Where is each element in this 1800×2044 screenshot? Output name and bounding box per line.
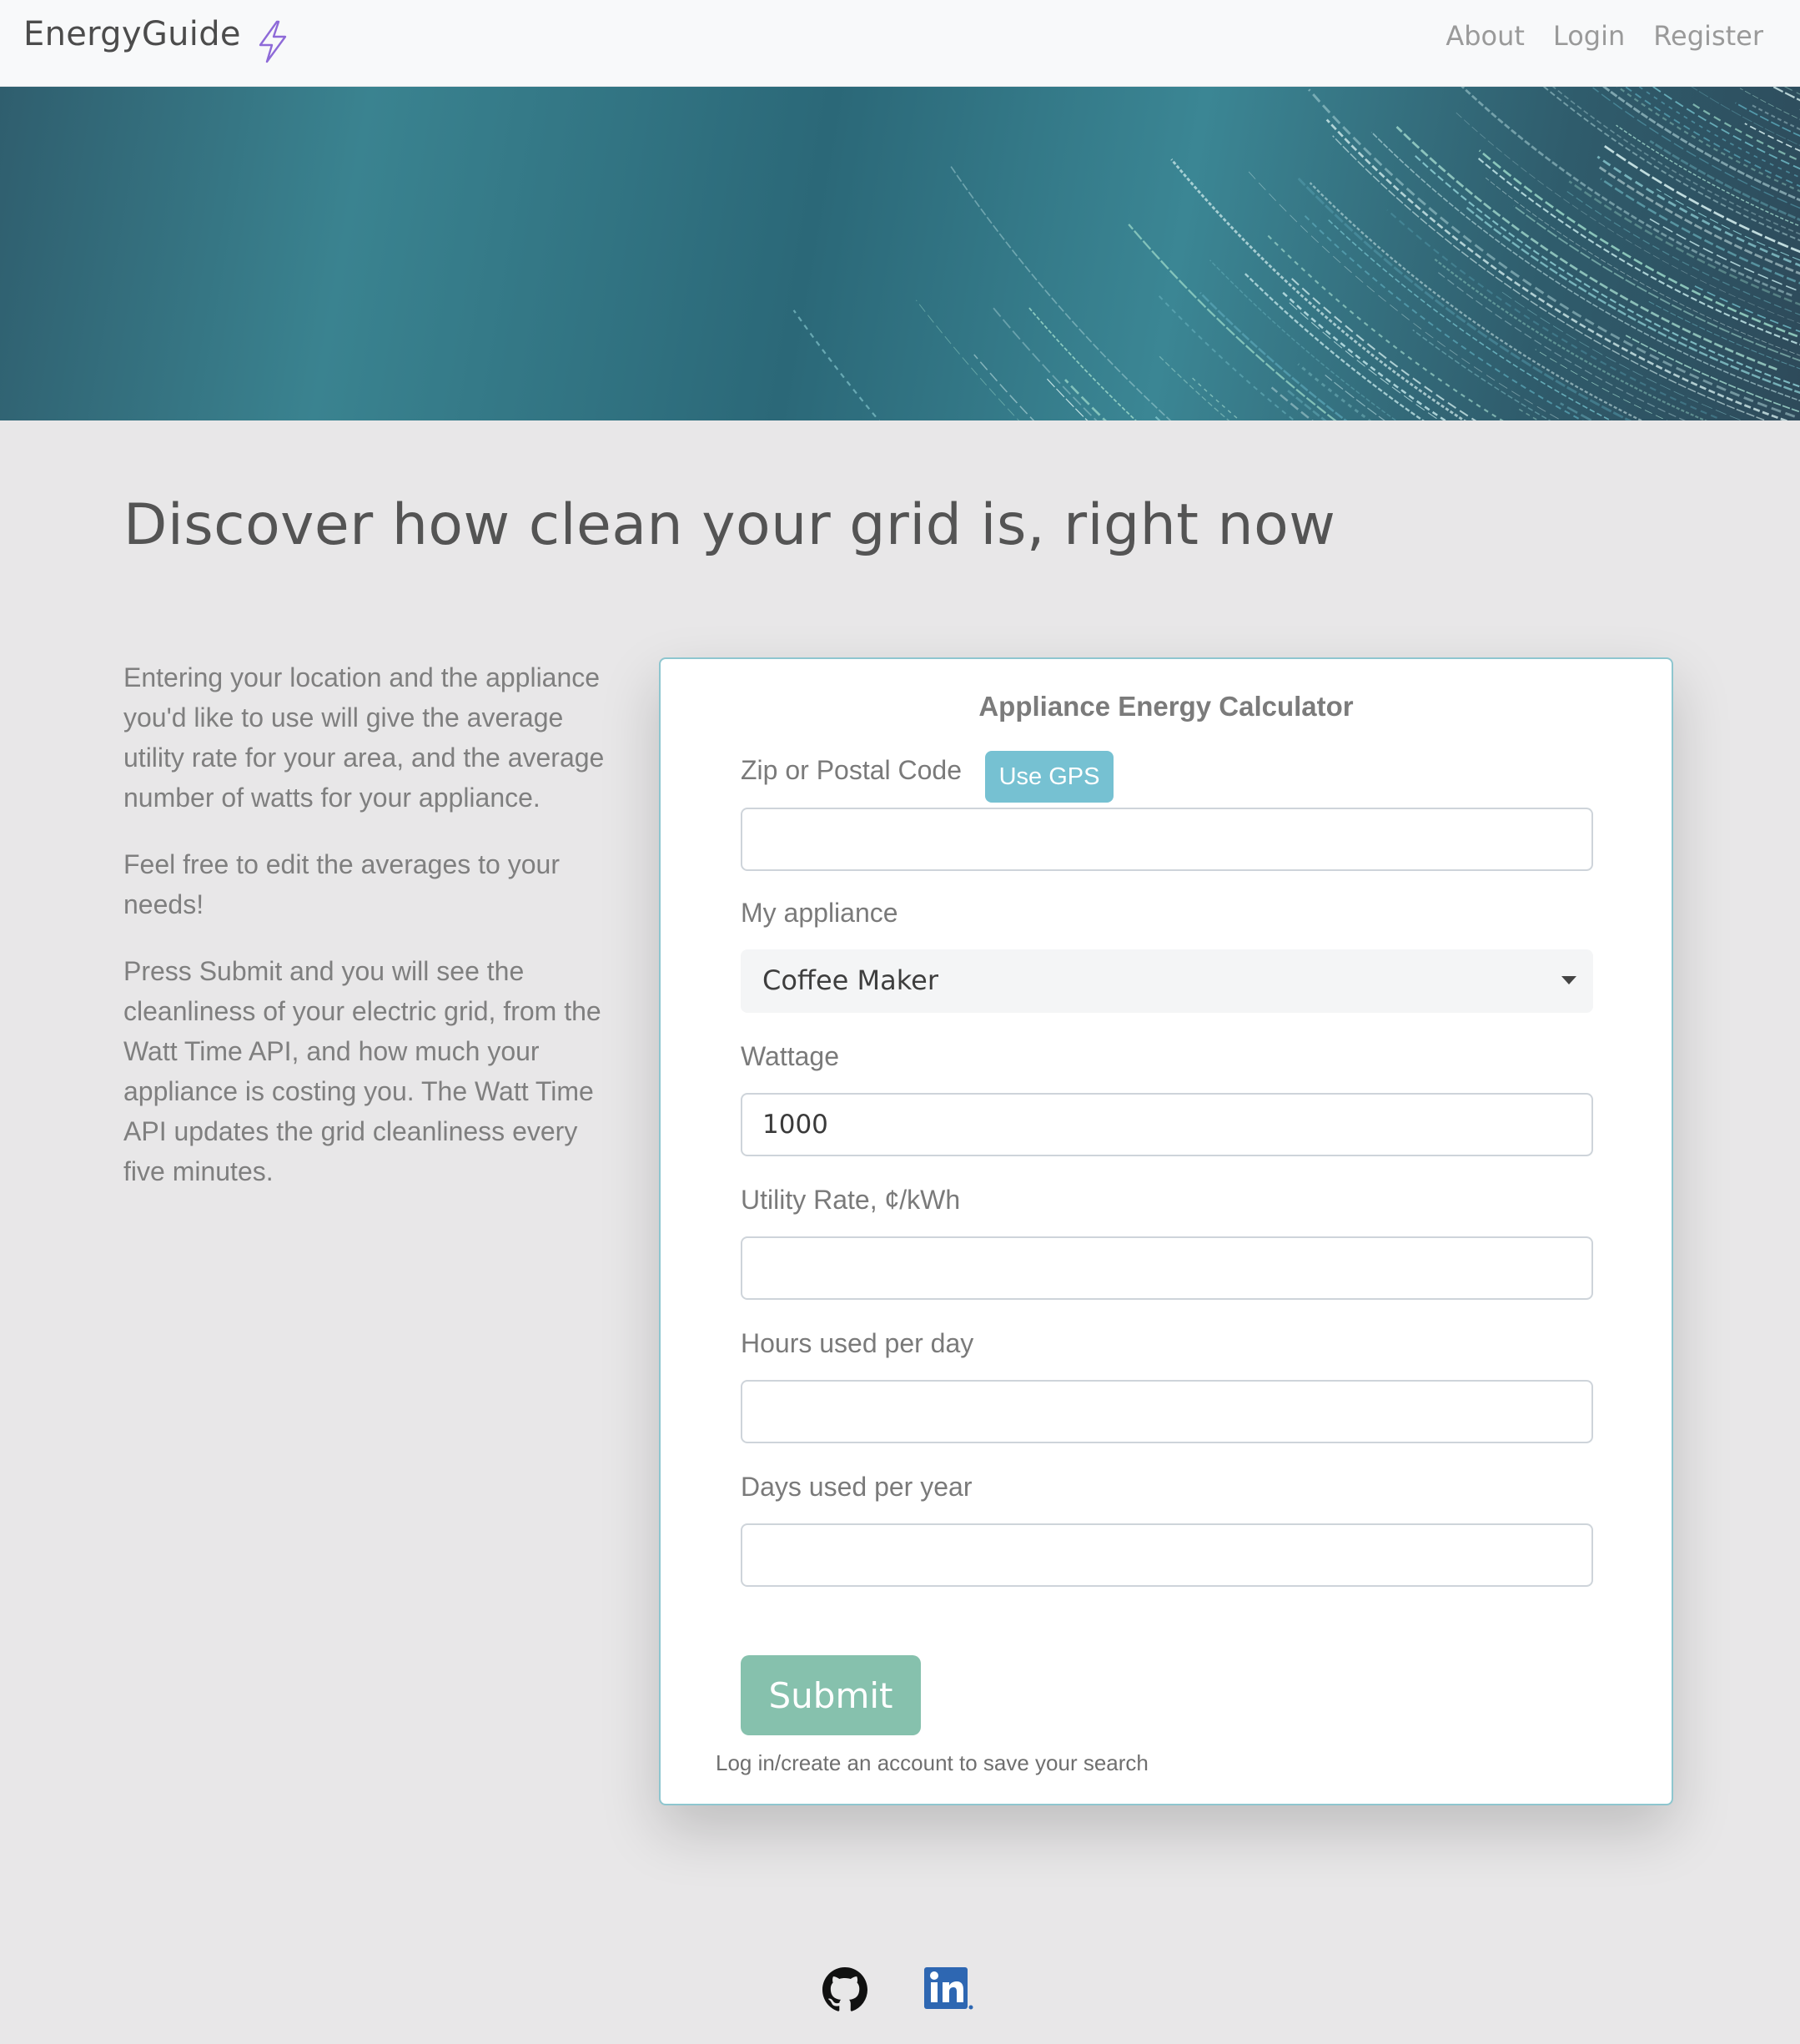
save-search-note: Log in/create an account to save your se…	[716, 1750, 1149, 1775]
star-trail-streak	[1600, 87, 1800, 95]
nav-link-register[interactable]: Register	[1653, 20, 1763, 52]
intro-text: Entering your location and the appliance…	[123, 657, 616, 1218]
wattage-input[interactable]	[741, 1093, 1593, 1156]
star-trail-streak	[1476, 156, 1800, 345]
chevron-down-icon	[1561, 976, 1576, 984]
star-trail-streak	[1386, 209, 1717, 419]
star-trail-streak	[1535, 349, 1668, 420]
star-trail-streak	[1412, 329, 1551, 420]
utility-rate-label: Utility Rate, ¢/kWh	[741, 1185, 961, 1215]
star-trail-streak	[1739, 88, 1800, 120]
nav-links: About Login Register	[1446, 20, 1763, 52]
brand-name[interactable]: EnergyGuide	[23, 15, 241, 53]
wattage-label: Wattage	[741, 1041, 839, 1071]
star-trail-streak	[1513, 205, 1800, 362]
linkedin-icon[interactable]	[924, 1966, 974, 2012]
star-trail-streak	[1616, 87, 1800, 193]
star-trail-streak	[1691, 87, 1800, 146]
intro-paragraph: Feel free to edit the averages to your n…	[123, 849, 560, 919]
appliance-selected-value: Coffee Maker	[762, 964, 938, 996]
calculator-title: Appliance Energy Calculator	[978, 691, 1354, 722]
utility-rate-input[interactable]	[741, 1236, 1593, 1300]
lightning-bolt-icon	[259, 20, 287, 63]
star-trail-streak	[1637, 87, 1800, 179]
top-navbar: EnergyGuide About Login Register	[0, 0, 1800, 87]
star-trails-graphic	[792, 87, 1800, 420]
star-trail-streak	[1327, 219, 1612, 420]
days-input[interactable]	[741, 1523, 1593, 1587]
star-trail-streak	[1170, 159, 1467, 420]
page-headline: Discover how clean your grid is, right n…	[123, 492, 1336, 558]
star-trail-streak	[1783, 87, 1800, 95]
star-trail-streak	[1046, 378, 1089, 420]
star-trail-streak	[1735, 102, 1800, 137]
star-trail-streak	[1551, 87, 1800, 235]
star-trail-streak	[1290, 277, 1477, 420]
hours-input[interactable]	[741, 1380, 1593, 1443]
nav-link-login[interactable]: Login	[1553, 20, 1625, 52]
hero-banner-image	[0, 87, 1800, 420]
use-gps-button[interactable]: Use GPS	[985, 751, 1114, 803]
star-trail-streak	[1437, 271, 1687, 420]
nav-link-about[interactable]: About	[1446, 20, 1525, 52]
hours-label: Hours used per day	[741, 1328, 974, 1358]
star-trail-streak	[1270, 386, 1314, 420]
appliance-label: My appliance	[741, 898, 898, 928]
appliance-select[interactable]: Coffee Maker	[741, 949, 1593, 1013]
intro-paragraph: Press Submit and you will see the cleanl…	[123, 956, 601, 1186]
days-label: Days used per year	[741, 1472, 973, 1502]
submit-button[interactable]: Submit	[741, 1655, 921, 1735]
star-trail-streak	[1191, 377, 1241, 420]
star-trail-streak	[1297, 363, 1372, 420]
calculator-card: Appliance Energy Calculator Zip or Posta…	[659, 657, 1673, 1805]
star-trail-streak	[1244, 272, 1425, 420]
star-trail-streak	[1649, 139, 1800, 221]
star-trail-streak	[1064, 379, 1107, 420]
zip-label: Zip or Postal Code	[741, 755, 963, 785]
star-trail-streak	[1154, 415, 1161, 420]
github-icon[interactable]	[822, 1967, 867, 2012]
zip-input[interactable]	[741, 808, 1593, 871]
intro-paragraph: Entering your location and the appliance…	[123, 662, 605, 813]
